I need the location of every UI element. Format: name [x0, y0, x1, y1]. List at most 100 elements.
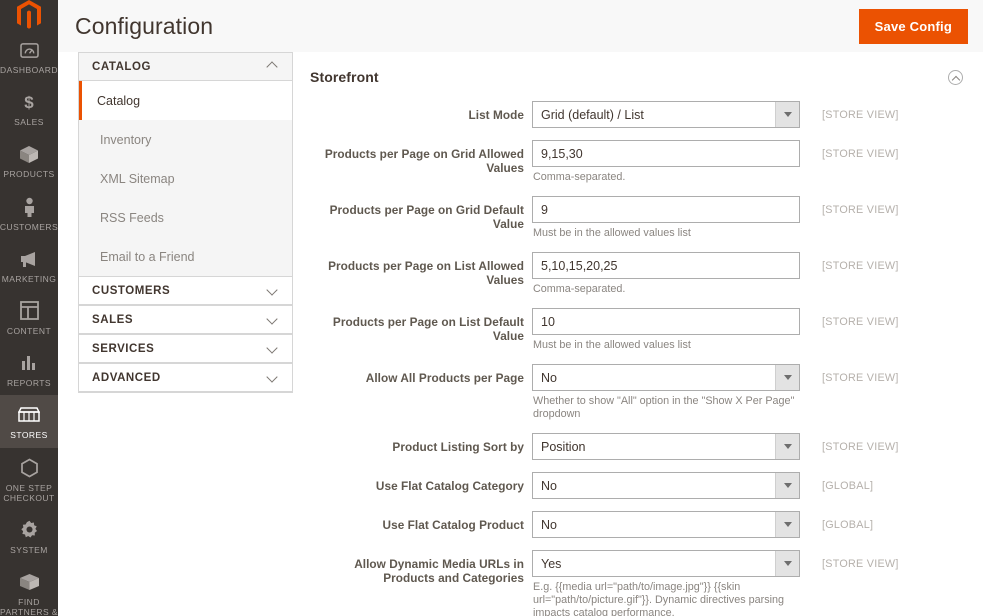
accordion-title: SERVICES — [92, 342, 155, 355]
accordion-body-catalog: Catalog Inventory XML Sitemap RSS Feeds — [79, 81, 292, 276]
field-row: List Mode Grid (default) / List [STORE V… — [310, 101, 983, 128]
admin-configuration-page: Dashboard $ Sales Products Customers Mar… — [0, 0, 983, 616]
storefront-section-header[interactable]: Storefront — [310, 52, 983, 101]
sidebar-item-customers[interactable]: Customers — [0, 187, 58, 239]
sidebar-item-content[interactable]: Content — [0, 291, 58, 343]
nav-item-label: XML Sitemap — [100, 171, 175, 186]
allow-dynamic-media-urls-select[interactable]: Yes — [532, 550, 800, 577]
field-label: Products per Page on Grid Allowed Values — [324, 147, 524, 175]
storefront-awning-icon — [18, 404, 40, 426]
bar-chart-icon — [20, 352, 39, 374]
dollar-sign-icon: $ — [22, 91, 36, 113]
accordion-header-customers[interactable]: CUSTOMERS — [79, 276, 292, 305]
sidebar-item-dashboard[interactable]: Dashboard — [0, 30, 58, 82]
sidebar-label: Marketing — [1, 273, 57, 284]
select-value: Grid (default) / List — [541, 107, 644, 122]
sidebar-label: Sales — [14, 117, 44, 128]
sidebar-item-stores[interactable]: Stores — [0, 395, 58, 448]
sidebar-item-one-step-checkout[interactable]: One Step Checkout — [0, 448, 58, 510]
page-body: CATALOG Catalog Inventory XML Sitemap RS… — [58, 52, 983, 616]
field-label: Allow All Products per Page — [365, 371, 524, 385]
sidebar-label: One Step Checkout — [3, 482, 55, 503]
nav-item-label: Inventory — [100, 132, 152, 147]
sidebar-item-products[interactable]: Products — [0, 134, 58, 186]
field-row: Allow Dynamic Media URLs in Products and… — [310, 550, 983, 616]
allow-all-products-select[interactable]: No — [532, 364, 800, 391]
field-label: Use Flat Catalog Category — [375, 479, 524, 493]
field-hint: E.g. {{media url="path/to/image.jpg"}} {… — [533, 581, 785, 616]
list-allowed-values-input[interactable]: 5,10,15,20,25 — [532, 252, 800, 279]
select-value: No — [541, 478, 557, 493]
magento-logo[interactable] — [0, 0, 58, 30]
field-control: 9,15,30 Comma-separated. — [532, 140, 800, 184]
dashboard-gauge-icon — [19, 39, 39, 61]
config-nav-column: CATALOG Catalog Inventory XML Sitemap RS… — [58, 52, 293, 616]
page-header: Configuration Save Config — [58, 0, 983, 52]
svg-text:$: $ — [24, 93, 34, 112]
list-mode-select[interactable]: Grid (default) / List — [532, 101, 800, 128]
sidebar-label: Dashboard — [0, 65, 58, 75]
chevron-down-icon — [775, 434, 799, 459]
nav-item-inventory[interactable]: Inventory — [79, 120, 292, 159]
field-label: Product Listing Sort by — [392, 440, 524, 454]
field-label: List Mode — [468, 108, 524, 122]
field-control: No — [532, 472, 800, 499]
field-scope: [STORE VIEW] — [822, 372, 899, 384]
chevron-down-icon — [267, 314, 278, 325]
use-flat-catalog-category-select[interactable]: No — [532, 472, 800, 499]
field-scope: [STORE VIEW] — [822, 260, 899, 272]
primary-sidebar: Dashboard $ Sales Products Customers Mar… — [0, 0, 58, 616]
nav-item-catalog[interactable]: Catalog — [79, 81, 292, 120]
field-hint: Must be in the allowed values list — [533, 227, 691, 239]
field-row: Products per Page on List Default Value … — [310, 308, 983, 352]
accordion-header-services[interactable]: SERVICES — [79, 334, 292, 363]
accordion-header-sales[interactable]: SALES — [79, 305, 292, 334]
accordion-header-catalog[interactable]: CATALOG — [79, 52, 292, 81]
field-hint: Comma-separated. — [533, 283, 626, 295]
sidebar-item-reports[interactable]: Reports — [0, 343, 58, 395]
list-default-value-input[interactable]: 10 — [532, 308, 800, 335]
grid-allowed-values-input[interactable]: 9,15,30 — [532, 140, 800, 167]
nav-item-xml-sitemap[interactable]: XML Sitemap — [79, 159, 292, 198]
chevron-up-icon — [267, 61, 278, 72]
select-value: No — [541, 517, 557, 532]
field-scope: [STORE VIEW] — [822, 109, 899, 121]
field-scope: [STORE VIEW] — [822, 316, 899, 328]
sidebar-label: Find Partners & Extensions — [0, 597, 58, 616]
select-value: No — [541, 370, 557, 385]
sidebar-label: Products — [3, 169, 55, 180]
field-scope: [STORE VIEW] — [822, 148, 899, 160]
grid-default-value-input[interactable]: 9 — [532, 196, 800, 223]
product-listing-sort-by-select[interactable]: Position — [532, 433, 800, 460]
person-icon — [23, 196, 36, 218]
accordion-title: CATALOG — [92, 60, 151, 73]
box-icon — [19, 143, 39, 165]
sidebar-item-marketing[interactable]: Marketing — [0, 239, 58, 291]
sidebar-item-sales[interactable]: $ Sales — [0, 82, 58, 134]
field-hint: Whether to show "All" option in the "Sho… — [533, 395, 795, 420]
chevron-down-icon — [267, 285, 278, 296]
field-hint: Must be in the allowed values list — [533, 339, 691, 351]
accordion-header-advanced[interactable]: ADVANCED — [79, 363, 292, 392]
field-label: Allow Dynamic Media URLs in Products and… — [354, 557, 524, 585]
field-row: Product Listing Sort by Position [STORE … — [310, 433, 983, 460]
nav-item-rss-feeds[interactable]: RSS Feeds — [79, 198, 292, 237]
field-row: Use Flat Catalog Category No [GLOBAL] — [310, 472, 983, 499]
nav-item-email-to-a-friend[interactable]: Email to a Friend — [79, 237, 292, 276]
chevron-down-icon — [775, 473, 799, 498]
save-config-button[interactable]: Save Config — [858, 8, 968, 44]
use-flat-catalog-product-select[interactable]: No — [532, 511, 800, 538]
field-scope: [STORE VIEW] — [822, 204, 899, 216]
section-title: Storefront — [310, 69, 379, 85]
sidebar-label: Stores — [10, 430, 48, 441]
sidebar-item-system[interactable]: System — [0, 510, 58, 562]
field-control: 9 Must be in the allowed values list — [532, 196, 800, 240]
nav-item-label: Email to a Friend — [100, 249, 195, 264]
field-label: Use Flat Catalog Product — [382, 518, 524, 532]
sidebar-label: Reports — [6, 378, 52, 389]
field-scope: [STORE VIEW] — [822, 558, 899, 570]
nav-item-label: RSS Feeds — [100, 210, 164, 225]
sidebar-item-find-partners[interactable]: Find Partners & Extensions — [0, 562, 58, 616]
hexagon-outline-icon — [20, 457, 39, 479]
collapse-section-icon[interactable] — [948, 69, 963, 85]
